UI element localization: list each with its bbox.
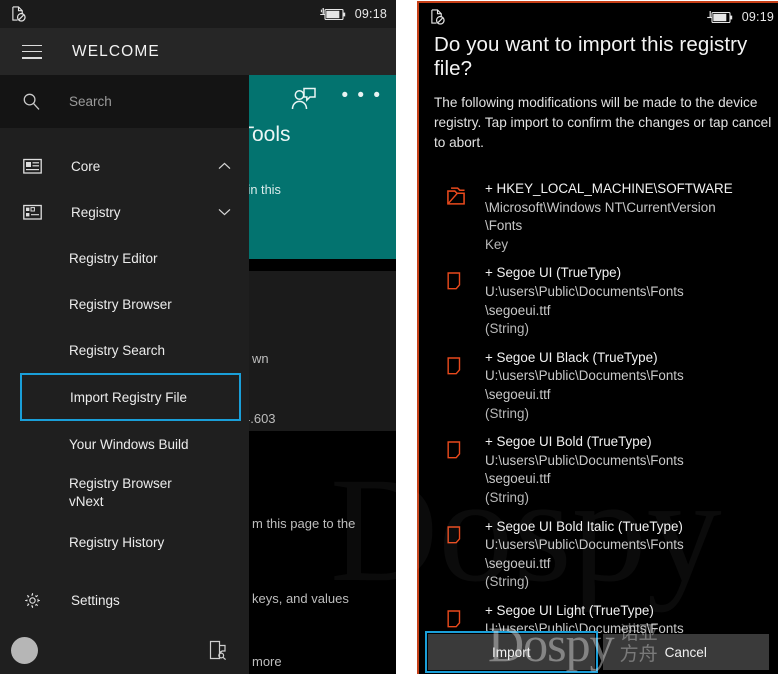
status-left-icons xyxy=(430,9,445,25)
list-item: + Segoe UI (TrueType) U:\users\Public\Do… xyxy=(419,264,778,338)
entry-name: + Segoe UI Bold (TrueType) xyxy=(485,434,652,450)
sidebar-item-registry-editor[interactable]: Registry Editor xyxy=(0,235,249,281)
entry-name: + Segoe UI (TrueType) xyxy=(485,265,622,281)
import-button[interactable]: Import xyxy=(425,631,598,673)
sidebar-item-your-windows-build[interactable]: Your Windows Build xyxy=(0,421,249,467)
search-placeholder: Search xyxy=(69,94,112,109)
sidebar-item-registry-search[interactable]: Registry Search xyxy=(0,327,249,373)
sidebar-item-registry-history[interactable]: Registry History xyxy=(0,519,249,565)
registry-value-icon xyxy=(445,433,475,507)
list-item: + Segoe UI Bold Italic (TrueType) U:\use… xyxy=(419,518,778,592)
dialog-description: The following modifications will be made… xyxy=(434,95,772,150)
nav-footer xyxy=(0,626,249,674)
entry-text: + Segoe UI Bold Italic (TrueType) U:\use… xyxy=(475,518,684,592)
entry-text: + Segoe UI Bold (TrueType) U:\users\Publ… xyxy=(475,433,684,507)
person-feedback-icon[interactable] xyxy=(291,87,317,111)
cancel-button[interactable]: Cancel xyxy=(602,634,769,670)
entry-name: + HKEY_LOCAL_MACHINE\SOFTWARE xyxy=(485,181,733,196)
entry-type: (String) xyxy=(485,489,529,505)
search-icon xyxy=(23,93,40,110)
bg-text-line4: keys, and values xyxy=(252,591,349,606)
list-item: + HKEY_LOCAL_MACHINE\SOFTWARE \Microsoft… xyxy=(419,180,778,254)
registry-entry-list: + HKEY_LOCAL_MACHINE\SOFTWARE \Microsoft… xyxy=(419,153,778,639)
dialog-button-row: Import Cancel xyxy=(419,631,778,673)
registry-icon xyxy=(23,204,42,221)
app-title-bar: WELCOME xyxy=(0,28,396,75)
dialog-title: Do you want to import this registry file… xyxy=(434,33,748,80)
right-status-bar: 09:19 xyxy=(419,3,778,31)
battery-charging-icon xyxy=(319,7,346,21)
sidebar-item-settings[interactable]: Settings xyxy=(0,577,249,623)
search-input[interactable]: Search xyxy=(0,75,249,128)
status-right-icons: 09:19 xyxy=(706,10,774,24)
right-phone-screen: 09:19 Do you want to import this registr… xyxy=(417,1,778,678)
sidebar-item-label: Registry Editor xyxy=(69,250,158,266)
sidebar-item-label: Registry Browser vNext xyxy=(69,476,172,509)
sidebar-item-label: Registry History xyxy=(69,534,165,550)
screenshot-root: 09:18 WELCOME • • • Tools in this wn 4.6… xyxy=(0,0,778,679)
sidebar-item-label: Settings xyxy=(71,592,120,608)
chevron-down-icon[interactable] xyxy=(218,208,231,216)
navigation-flyout: Search Core Registry Registry Editor Reg… xyxy=(0,75,249,674)
sidebar-item-label: Registry Browser xyxy=(69,296,172,312)
entry-type: (String) xyxy=(485,405,529,421)
entry-path: U:\users\Public\Documents\Fonts \segoeui… xyxy=(485,283,684,318)
sidebar-item-label: Registry Search xyxy=(69,342,166,358)
entry-type: Key xyxy=(485,236,509,252)
status-clock: 09:18 xyxy=(354,7,387,21)
feedback-hub-icon[interactable] xyxy=(208,640,227,661)
registry-value-icon xyxy=(445,518,475,592)
registry-value-icon xyxy=(445,349,475,423)
bg-text-line5: more xyxy=(252,654,282,669)
status-clock: 09:19 xyxy=(741,10,774,24)
document-blocked-icon xyxy=(430,9,445,25)
sidebar-item-label: Registry xyxy=(71,204,121,220)
core-icon xyxy=(23,158,42,175)
sidebar-item-core[interactable]: Core xyxy=(0,143,249,189)
entry-name: + Segoe UI Light (TrueType) xyxy=(485,602,654,618)
sidebar-item-label: Import Registry File xyxy=(70,389,188,405)
entry-text: + HKEY_LOCAL_MACHINE\SOFTWARE \Microsoft… xyxy=(475,180,733,254)
list-item: + Segoe UI Bold (TrueType) U:\users\Publ… xyxy=(419,433,778,507)
chevron-up-icon[interactable] xyxy=(218,162,231,170)
registry-key-icon xyxy=(445,180,475,254)
account-avatar[interactable] xyxy=(11,636,38,664)
entry-name: + Segoe UI Bold Italic (TrueType) xyxy=(485,518,683,534)
entry-path: U:\users\Public\Documents\Fonts \segoeui… xyxy=(485,452,684,487)
interop-tools-tile[interactable]: • • • erop Tools and fixed in this ools xyxy=(192,75,396,259)
entry-path: U:\users\Public\Documents\Fonts \segoeui… xyxy=(485,537,684,571)
bg-text-line1: wn xyxy=(252,351,269,366)
bottom-edge xyxy=(0,674,778,679)
registry-value-icon xyxy=(445,264,475,338)
gear-icon xyxy=(23,592,42,609)
left-phone-screen: 09:18 WELCOME • • • Tools in this wn 4.6… xyxy=(0,0,396,674)
entry-path: \Microsoft\Windows NT\CurrentVersion \Fo… xyxy=(485,199,716,234)
sidebar-item-label: Your Windows Build xyxy=(69,436,189,452)
entry-text: + Segoe UI Black (TrueType) U:\users\Pub… xyxy=(475,349,684,423)
sidebar-item-registry-browser-vnext[interactable]: Registry Browser vNext xyxy=(0,467,249,519)
battery-charging-icon xyxy=(706,10,733,24)
entry-type: (String) xyxy=(485,321,529,337)
list-item: + Segoe UI Black (TrueType) U:\users\Pub… xyxy=(419,349,778,423)
hamburger-menu-icon[interactable] xyxy=(22,44,42,59)
sidebar-item-registry-browser[interactable]: Registry Browser xyxy=(0,281,249,327)
nav-item-list: Core Registry Registry Editor Registry B… xyxy=(0,128,249,626)
status-right-icons: 09:18 xyxy=(319,7,387,21)
ellipsis-icon[interactable]: • • • xyxy=(341,86,382,109)
document-blocked-icon xyxy=(11,6,26,22)
left-status-bar: 09:18 xyxy=(0,0,396,28)
entry-type: (String) xyxy=(485,574,529,590)
sidebar-item-label: Core xyxy=(71,158,101,174)
sidebar-item-import-registry-file[interactable]: Import Registry File xyxy=(20,373,241,421)
status-left-icons xyxy=(11,6,26,22)
entry-path: U:\users\Public\Documents\Fonts \segoeui… xyxy=(485,368,684,402)
entry-text: + Segoe UI (TrueType) U:\users\Public\Do… xyxy=(475,264,684,338)
sidebar-item-registry[interactable]: Registry xyxy=(0,189,249,235)
bg-text-line3: m this page to the xyxy=(252,516,356,531)
entry-name: + Segoe UI Black (TrueType) xyxy=(485,349,658,365)
page-title: WELCOME xyxy=(72,42,160,60)
tile-icon-row: • • • xyxy=(249,75,396,111)
